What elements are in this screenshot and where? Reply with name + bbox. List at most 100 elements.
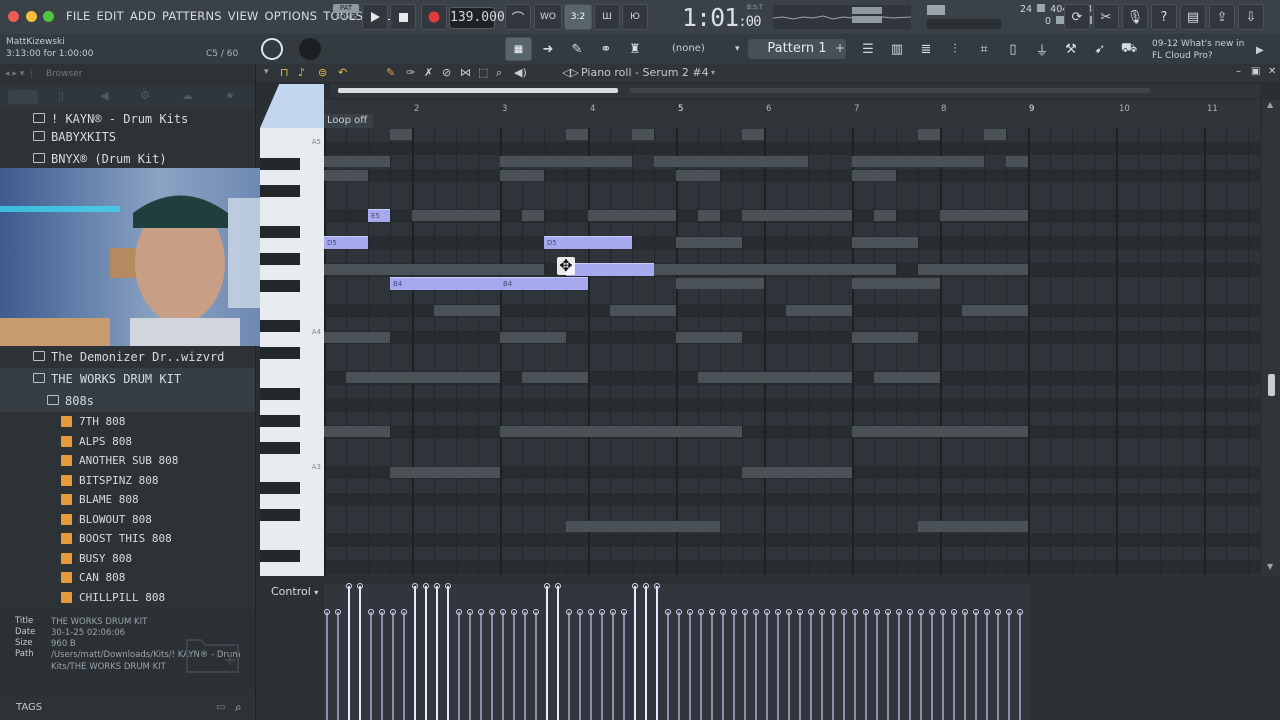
close-icon[interactable]: ✕ [1268, 66, 1276, 77]
menu-view[interactable]: VIEW [228, 9, 259, 23]
velocity-handle[interactable] [610, 609, 616, 615]
mute-tool-icon[interactable]: ⊘ [442, 66, 451, 79]
velocity-handle[interactable] [489, 609, 495, 615]
browser-folder-item[interactable]: BNYX® (Drum Kit) [0, 148, 255, 170]
velocity-bar[interactable] [414, 586, 416, 720]
velocity-bar[interactable] [579, 612, 581, 720]
midi-note[interactable] [566, 263, 654, 276]
undo-icon[interactable]: ↶ [338, 66, 347, 79]
edison-button[interactable]: ⚒ [1058, 37, 1084, 61]
velocity-handle[interactable] [588, 609, 594, 615]
velocity-bar[interactable] [887, 612, 889, 720]
channel-selector[interactable]: (none) [672, 43, 705, 54]
browser-plugin-icon[interactable]: ⚙ [140, 89, 150, 102]
select-tool-icon[interactable]: ⬚ [478, 66, 488, 79]
shortcut-button[interactable]: ➹ [1087, 37, 1113, 61]
velocity-bar[interactable] [986, 612, 988, 720]
loop-toggle[interactable]: Loop off [324, 114, 374, 128]
velocity-handle[interactable] [577, 609, 583, 615]
velocity-bar[interactable] [667, 612, 669, 720]
midi-note[interactable]: D5 [324, 236, 368, 249]
velocity-bar[interactable] [909, 612, 911, 720]
stamp-button[interactable]: ♜ [622, 37, 648, 61]
maximize-window-icon[interactable] [43, 11, 54, 22]
velocity-bar[interactable] [964, 612, 966, 720]
black-key[interactable] [260, 279, 300, 292]
velocity-bar[interactable] [876, 612, 878, 720]
velocity-handle[interactable] [445, 583, 451, 589]
black-key[interactable] [260, 252, 300, 265]
stamp-tool-icon[interactable]: ⊜ [318, 66, 327, 79]
velocity-bar[interactable] [810, 612, 812, 720]
velocity-handle[interactable] [643, 583, 649, 589]
plugin-database-button[interactable]: ⌗ [971, 37, 997, 61]
save-button[interactable]: ▤ [1180, 4, 1206, 30]
paint-tool-icon[interactable]: ✑ [406, 66, 415, 79]
zoom-handle[interactable] [260, 84, 324, 128]
velocity-handle[interactable] [984, 609, 990, 615]
velocity-bar[interactable] [799, 612, 801, 720]
velocity-bar[interactable] [392, 612, 394, 720]
velocity-handle[interactable] [456, 609, 462, 615]
browser-audio-item[interactable]: CAN 808 [0, 567, 255, 589]
magnet-icon[interactable]: ⊓ [280, 66, 289, 79]
master-pitch-knob[interactable] [299, 38, 321, 60]
velocity-handle[interactable] [599, 609, 605, 615]
piano-roll-view-button[interactable]: ▦ [505, 37, 532, 61]
pencil-tool-button[interactable]: ✎ [564, 37, 590, 61]
velocity-bar[interactable] [975, 612, 977, 720]
add-pattern-icon[interactable]: + [835, 41, 845, 55]
menu-options[interactable]: OPTIONS [265, 9, 318, 23]
velocity-handle[interactable] [808, 609, 814, 615]
velocity-handle[interactable] [841, 609, 847, 615]
piano-roll-title[interactable]: Piano roll - Serum 2 #4 [581, 66, 709, 79]
maximize-icon[interactable]: ▣ [1251, 66, 1260, 77]
velocity-handle[interactable] [830, 609, 836, 615]
piano-roll-button[interactable]: ▥ [884, 37, 910, 61]
velocity-handle[interactable] [753, 609, 759, 615]
velocity-handle[interactable] [533, 609, 539, 615]
black-key[interactable] [260, 185, 300, 197]
velocity-bar[interactable] [766, 612, 768, 720]
velocity-handle[interactable] [357, 583, 363, 589]
snap-icon[interactable]: ♪ [298, 66, 305, 79]
velocity-handle[interactable] [962, 609, 968, 615]
velocity-bar[interactable] [326, 612, 328, 720]
close-window-icon[interactable] [8, 11, 19, 22]
countdown-button[interactable]: 3:2 [564, 4, 592, 30]
velocity-handle[interactable] [335, 609, 341, 615]
velocity-handle[interactable] [621, 609, 627, 615]
note-grid[interactable]: E5 D5 D5 B4 B4 [324, 128, 1260, 576]
velocity-handle[interactable] [346, 583, 352, 589]
step-edit-button[interactable]: Ш [594, 4, 620, 30]
velocity-handle[interactable] [632, 583, 638, 589]
velocity-bar[interactable] [546, 586, 548, 720]
black-key[interactable] [260, 225, 300, 238]
menu-patterns[interactable]: PATTERNS [162, 9, 222, 23]
song-mode-label[interactable]: SONG [336, 13, 357, 21]
mixer-button[interactable]: ⫶ [942, 37, 968, 61]
velocity-bar[interactable] [700, 612, 702, 720]
browser-audio-item[interactable]: CHILLPILL 808 [0, 587, 255, 609]
tempo-display[interactable]: 139.000 [449, 7, 505, 29]
velocity-bar[interactable] [744, 612, 746, 720]
velocity-bar[interactable] [590, 612, 592, 720]
velocity-bar[interactable] [832, 612, 834, 720]
velocity-handle[interactable] [995, 609, 1001, 615]
velocity-bar[interactable] [348, 586, 350, 720]
wait-input-button[interactable]: WO [534, 4, 562, 30]
black-key[interactable] [260, 549, 300, 562]
velocity-bar[interactable] [1008, 612, 1010, 720]
velocity-handle[interactable] [918, 609, 924, 615]
velocity-bar[interactable] [1019, 612, 1021, 720]
velocity-handle[interactable] [423, 583, 429, 589]
velocity-handle[interactable] [665, 609, 671, 615]
velocity-handle[interactable] [500, 609, 506, 615]
main-volume-knob[interactable] [261, 38, 283, 60]
black-key[interactable] [260, 509, 300, 521]
velocity-handle[interactable] [742, 609, 748, 615]
velocity-bar[interactable] [337, 612, 339, 720]
folder-icon[interactable]: ▭ [216, 702, 225, 713]
velocity-bar[interactable] [733, 612, 735, 720]
news-panel[interactable]: 09-12 What's new in FL Cloud Pro? [1152, 38, 1244, 62]
